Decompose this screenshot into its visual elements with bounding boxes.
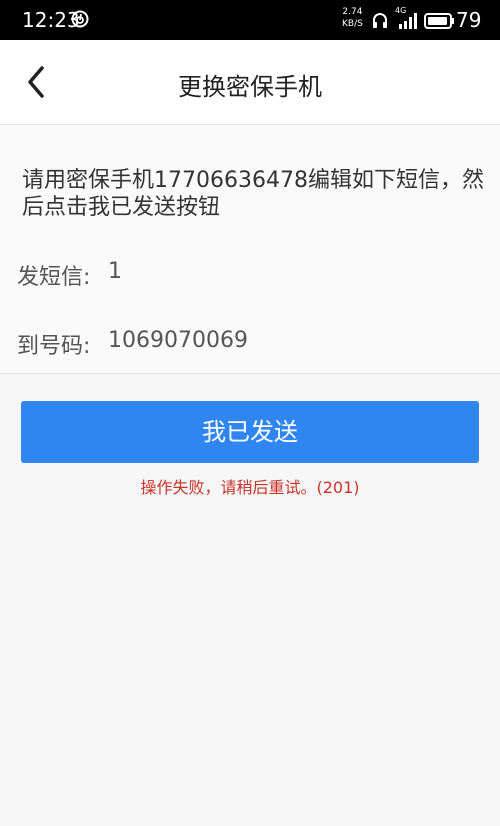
battery-level: 79 bbox=[456, 8, 482, 32]
network-speed-unit: KB/S bbox=[342, 19, 363, 29]
target-number-value: 1069070069 bbox=[108, 328, 248, 353]
headphone-icon bbox=[373, 13, 387, 28]
battery-icon bbox=[424, 13, 454, 29]
status-bar: 12:23 2.74 KB/S 4G 79 bbox=[0, 0, 500, 40]
target-number-row: 到号码: 1069070069 bbox=[0, 311, 500, 374]
error-message: 操作失败，请稍后重试。(201) bbox=[140, 478, 360, 497]
netease-music-icon bbox=[71, 10, 89, 28]
target-number-label: 到号码: bbox=[17, 334, 91, 359]
nav-bar: 更换密保手机 bbox=[0, 40, 500, 125]
sms-content-label: 发短信: bbox=[17, 265, 91, 290]
sms-content-row: 发短信: 1 bbox=[0, 241, 500, 312]
network-speed: 2.74 KB/S bbox=[342, 6, 363, 30]
instruction-block: 请用密保手机17706636478编辑如下短信，然后点击我已发送按钮 bbox=[0, 125, 500, 242]
sms-content-value: 1 bbox=[108, 259, 122, 284]
sent-button[interactable]: 我已发送 bbox=[21, 401, 479, 463]
network-speed-value: 2.74 bbox=[342, 7, 363, 17]
instruction-text: 请用密保手机17706636478编辑如下短信，然后点击我已发送按钮 bbox=[22, 168, 484, 220]
signal-icon bbox=[399, 13, 417, 29]
page-title: 更换密保手机 bbox=[178, 73, 322, 101]
